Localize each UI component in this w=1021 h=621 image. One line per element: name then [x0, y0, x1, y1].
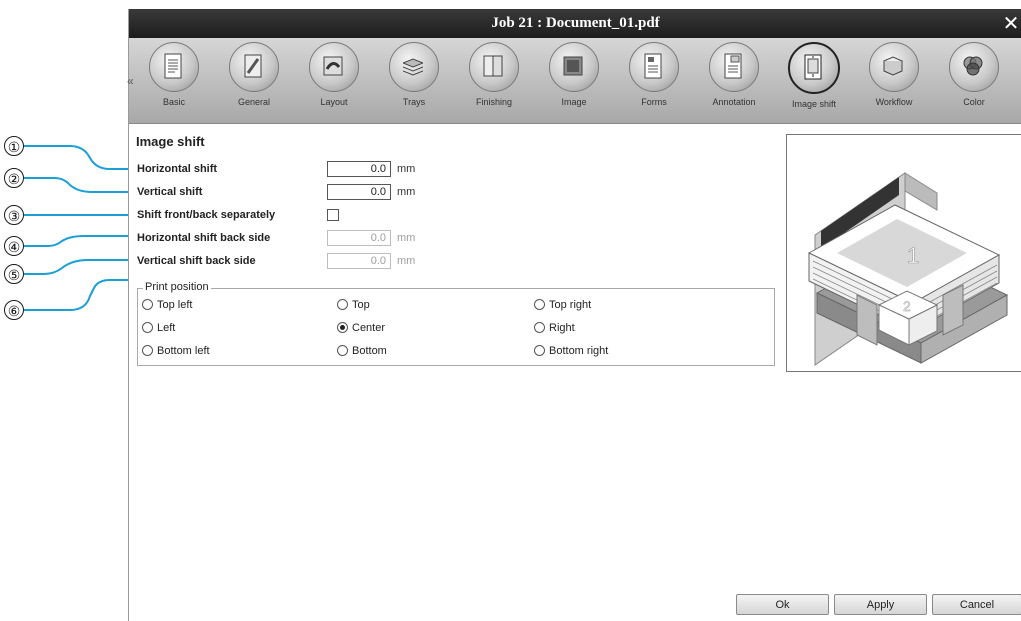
tab-basic[interactable]: Basic [139, 42, 209, 107]
tab-forms-label: Forms [641, 97, 667, 107]
image-shift-icon [804, 54, 822, 80]
radio-button[interactable] [534, 322, 545, 333]
radio-label: Right [549, 322, 575, 334]
radio-left[interactable]: Left [142, 322, 175, 334]
job-settings-dialog: Job 21 : Document_01.pdf ✕ « Basic Gener… [127, 9, 1021, 621]
radio-label: Top [352, 299, 370, 311]
ok-button[interactable]: Ok [736, 594, 829, 615]
tab-annotation[interactable]: Annotation [699, 42, 769, 107]
tab-image-label: Image [561, 97, 587, 107]
finishing-icon [483, 55, 503, 77]
callout-1: ① [4, 136, 24, 156]
tab-forms[interactable]: Forms [619, 42, 689, 107]
tab-basic-label: Basic [162, 97, 185, 107]
horizontal-back-unit: mm [397, 232, 416, 244]
workflow-icon [883, 56, 903, 76]
general-icon [244, 54, 262, 78]
color-icon [963, 56, 983, 76]
horizontal-shift-unit: mm [397, 163, 416, 175]
radio-top-right[interactable]: Top right [534, 299, 591, 311]
stacked-paper-illustration: 1 2 [807, 172, 1009, 366]
title-bar: Job 21 : Document_01.pdf ✕ [129, 9, 1021, 38]
front-side-label: 1 [907, 243, 919, 268]
radio-label: Left [157, 322, 176, 334]
callout-3: ③ [4, 205, 24, 225]
tab-general[interactable]: General [219, 42, 289, 107]
radio-label: Center [352, 322, 386, 334]
radio-label: Bottom [352, 345, 387, 357]
tab-image-shift-label: Image shift [791, 99, 837, 109]
horizontal-shift-label: Horizontal shift [137, 163, 218, 175]
horizontal-back-label: Horizontal shift back side [137, 232, 271, 244]
radio-top[interactable]: Top [337, 299, 370, 311]
basic-icon [164, 53, 182, 79]
separately-checkbox[interactable] [327, 209, 339, 221]
tab-image-shift[interactable]: Image shift [779, 42, 849, 109]
radio-button[interactable] [534, 345, 545, 356]
tab-finishing[interactable]: Finishing [459, 42, 529, 107]
image-shift-panel: Image shift Horizontal shift 0.0 mm Vert… [129, 124, 1021, 621]
tab-general-label: General [237, 97, 271, 107]
callout-5: ⑤ [4, 264, 24, 284]
vertical-back-unit: mm [397, 255, 416, 267]
callout-2: ② [4, 168, 24, 188]
tab-workflow-label: Workflow [875, 97, 913, 107]
vertical-shift-unit: mm [397, 186, 416, 198]
layout-icon [323, 56, 343, 76]
tab-trays[interactable]: Trays [379, 42, 449, 107]
tab-color[interactable]: Color [939, 42, 1009, 107]
back-side-label: 2 [903, 298, 911, 314]
print-position-group [137, 288, 775, 366]
callout-4: ④ [4, 236, 24, 256]
tab-image[interactable]: Image [539, 42, 609, 107]
radio-button[interactable] [337, 345, 348, 356]
section-title: Image shift [136, 134, 205, 149]
vertical-back-input[interactable]: 0.0 [327, 253, 391, 269]
radio-label: Bottom left [157, 345, 210, 357]
radio-button[interactable] [142, 299, 153, 310]
separately-label: Shift front/back separately [137, 209, 276, 221]
annotation-icon [724, 53, 742, 79]
radio-button[interactable] [534, 299, 545, 310]
vertical-back-label: Vertical shift back side [137, 255, 256, 267]
radio-button-selected[interactable] [337, 322, 348, 333]
close-icon[interactable]: ✕ [1002, 13, 1020, 33]
radio-button[interactable] [142, 322, 153, 333]
radio-bottom-left[interactable]: Bottom left [142, 345, 210, 357]
radio-button[interactable] [142, 345, 153, 356]
radio-center[interactable]: Center [337, 322, 385, 334]
horizontal-shift-input[interactable]: 0.0 [327, 161, 391, 177]
horizontal-back-input[interactable]: 0.0 [327, 230, 391, 246]
vertical-shift-input[interactable]: 0.0 [327, 184, 391, 200]
tab-workflow[interactable]: Workflow [859, 42, 929, 107]
trays-icon [403, 58, 423, 76]
image-icon [563, 56, 583, 76]
tab-layout-label: Layout [320, 97, 348, 107]
callout-6: ⑥ [4, 300, 24, 320]
scroll-left-icon[interactable]: « [127, 74, 134, 88]
radio-top-left[interactable]: Top left [142, 299, 192, 311]
radio-bottom[interactable]: Bottom [337, 345, 387, 357]
tab-layout[interactable]: Layout [299, 42, 369, 107]
cancel-button[interactable]: Cancel [932, 594, 1021, 615]
radio-label: Top right [549, 299, 592, 311]
image-shift-preview: 1 2 [786, 134, 1021, 372]
window-title: Job 21 : Document_01.pdf [491, 15, 660, 31]
apply-button[interactable]: Apply [834, 594, 927, 615]
tab-color-label: Color [963, 97, 985, 107]
radio-bottom-right[interactable]: Bottom right [534, 345, 608, 357]
forms-icon [644, 53, 662, 79]
radio-label: Top left [157, 299, 193, 311]
radio-button[interactable] [337, 299, 348, 310]
tab-annotation-label: Annotation [712, 97, 756, 107]
vertical-shift-label: Vertical shift [137, 186, 203, 198]
tab-finishing-label: Finishing [475, 97, 513, 107]
print-position-legend: Print position [143, 281, 211, 293]
radio-label: Bottom right [549, 345, 609, 357]
settings-toolbar: « Basic General Layout Trays Finishing I… [127, 38, 1021, 124]
radio-right[interactable]: Right [534, 322, 575, 334]
tab-trays-label: Trays [402, 97, 426, 107]
